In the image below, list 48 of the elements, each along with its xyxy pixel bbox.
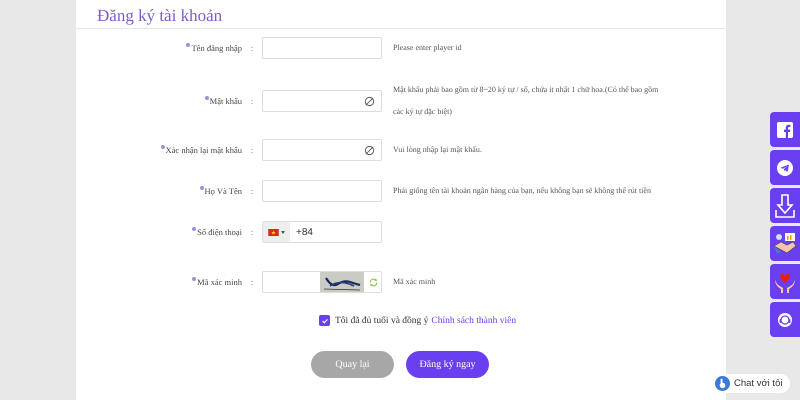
handshake-button[interactable] <box>770 226 800 261</box>
password-field[interactable] <box>262 139 382 161</box>
field-label: Họ Và Tên <box>204 186 242 196</box>
field-label: Xác nhận lại mật khẩu <box>166 145 242 155</box>
password-field[interactable] <box>262 90 382 112</box>
country-selector[interactable] <box>263 222 290 242</box>
field-label: Tên đăng nhập <box>191 43 242 53</box>
colon: : <box>250 186 254 196</box>
phone-value: +84 <box>296 226 313 238</box>
input-field[interactable] <box>262 37 382 59</box>
field-hint: Please enter player id <box>393 42 463 54</box>
colon: : <box>250 43 254 53</box>
field-hint: Mã xác minh <box>393 276 436 288</box>
input-field[interactable] <box>262 180 382 202</box>
agree-checkbox[interactable] <box>319 315 330 326</box>
phone-field[interactable]: +84 <box>262 221 382 243</box>
download-icon <box>775 194 795 218</box>
field-hint: Mật khẩu phải bao gồm từ 8~20 ký tự / số, chứa ít nhất 1 chữ hoa.(Có thể bao gồm các ký tự đặc biệt) <box>393 84 660 118</box>
chat-widget[interactable]: Chat với tôi <box>712 374 790 393</box>
policy-link[interactable]: Chính sách thành viên <box>431 316 516 326</box>
chat-label: Chat với tôi <box>734 378 782 389</box>
paper-plane-icon <box>777 160 793 176</box>
register-button[interactable]: Đăng ký ngay <box>406 351 489 378</box>
colon: : <box>250 96 254 106</box>
field-label: Mã xác minh <box>197 277 242 287</box>
chat-avatar-icon <box>715 376 730 391</box>
support-button[interactable] <box>770 302 800 337</box>
colon: : <box>250 227 254 237</box>
telegram-button[interactable] <box>770 150 800 185</box>
flag-icon <box>268 228 279 236</box>
field-label: Mật khẩu <box>210 96 242 106</box>
hidden-eye-icon[interactable] <box>364 96 375 106</box>
field-hint: Phải giống tên tài khoản ngân hàng của bạn, nếu không bạn sẽ không thể rút tiền <box>393 185 652 197</box>
heart-button[interactable] <box>770 264 800 299</box>
facebook-icon <box>777 122 793 138</box>
facebook-button[interactable] <box>770 112 800 147</box>
check-icon <box>320 316 328 324</box>
colon: : <box>250 145 254 155</box>
captcha-field[interactable] <box>262 271 382 293</box>
agreement-text: Tôi đã đủ tuổi và đồng ý <box>335 316 428 326</box>
headset-icon <box>777 312 793 328</box>
colon: : <box>250 277 254 287</box>
field-label: Số điện thoại <box>197 227 242 237</box>
caret-icon <box>281 230 285 234</box>
field-hint: Vui lòng nhập lại mật khẩu. <box>393 144 483 156</box>
hidden-eye-icon[interactable] <box>364 144 375 156</box>
download-button[interactable] <box>770 188 800 223</box>
page-title: Đăng ký tài khoản <box>96 5 224 27</box>
